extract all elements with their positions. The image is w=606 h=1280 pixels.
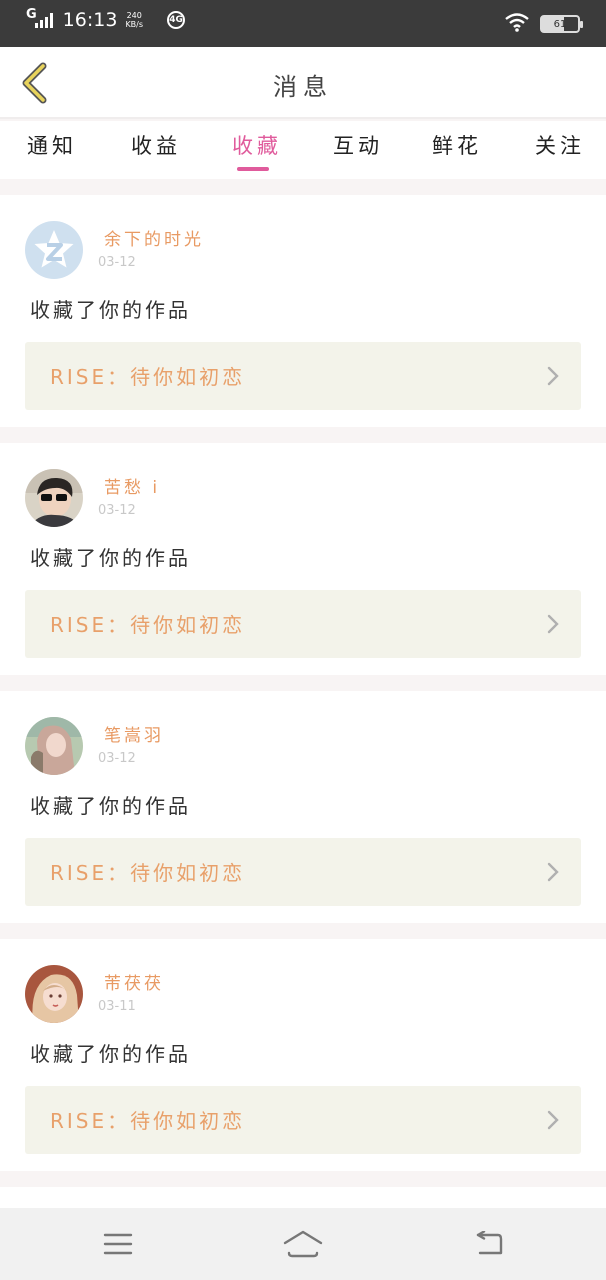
work-title: RISE：待你如初恋: [50, 613, 246, 637]
hd-icon: 4G: [167, 11, 186, 29]
tab-interactions[interactable]: 互动: [333, 130, 383, 160]
list-item: 芾茯茯 03-11 收藏了你的作品 RISE：待你如初恋: [0, 939, 606, 1171]
status-bar: G 16:13 240 KB/s 4G 61: [0, 0, 606, 47]
status-time: 16:13: [62, 9, 118, 31]
chevron-right-icon: [547, 366, 559, 386]
avatar[interactable]: [25, 717, 83, 775]
work-link[interactable]: RISE：待你如初恋: [25, 1086, 581, 1154]
action-text: 收藏了你的作品: [30, 1042, 191, 1066]
timestamp: 03-12: [98, 255, 136, 270]
tab-notice[interactable]: 通知: [27, 130, 77, 160]
avatar[interactable]: [25, 469, 83, 527]
action-text: 收藏了你的作品: [30, 298, 191, 322]
tab-favorites[interactable]: 收藏: [232, 130, 282, 160]
work-title: RISE：待你如初恋: [50, 861, 246, 885]
username[interactable]: 苦愁 i: [104, 473, 160, 498]
list-item: 笔嵩羽 03-12 收藏了你的作品 RISE：待你如初恋: [0, 691, 606, 923]
work-link[interactable]: RISE：待你如初恋: [25, 838, 581, 906]
username[interactable]: 余下的时光: [104, 225, 204, 250]
chevron-right-icon: [547, 1110, 559, 1130]
header-bar: 消息: [0, 47, 606, 119]
chevron-right-icon: [547, 862, 559, 882]
tab-follows[interactable]: 关注: [535, 130, 585, 160]
home-icon: [283, 1230, 323, 1258]
tab-flowers[interactable]: 鲜花: [432, 130, 482, 160]
list-item: 余下的时光 03-12 收藏了你的作品 RISE：待你如初恋: [0, 195, 606, 427]
chevron-right-icon: [547, 614, 559, 634]
return-icon: [476, 1231, 503, 1255]
page-title: 消息: [273, 73, 333, 101]
avatar[interactable]: [25, 965, 83, 1023]
back-system-button[interactable]: [468, 1226, 508, 1262]
wifi-icon: [504, 12, 530, 36]
timestamp: 03-12: [98, 751, 136, 766]
timestamp: 03-11: [98, 999, 136, 1014]
battery-level: 61: [553, 18, 567, 30]
speed-value: 240: [126, 11, 142, 20]
username[interactable]: 芾茯茯: [104, 969, 164, 994]
timestamp: 03-12: [98, 503, 136, 518]
tab-bar: 通知 收益 收藏 互动 鲜花 关注: [0, 121, 606, 179]
list-item: 苦愁 i 03-12 收藏了你的作品 RISE：待你如初恋: [0, 443, 606, 675]
signal-icon: [34, 12, 53, 28]
username[interactable]: 笔嵩羽: [104, 721, 164, 746]
menu-icon: [103, 1233, 133, 1255]
battery-icon: 61: [540, 15, 583, 33]
work-link[interactable]: RISE：待你如初恋: [25, 590, 581, 658]
network-type: G: [26, 6, 37, 22]
menu-button[interactable]: [98, 1226, 138, 1262]
work-title: RISE：待你如初恋: [50, 365, 246, 389]
action-text: 收藏了你的作品: [30, 794, 191, 818]
tab-earnings[interactable]: 收益: [131, 130, 181, 160]
tab-active-indicator: [237, 167, 269, 171]
system-nav-bar: [0, 1208, 606, 1280]
work-link[interactable]: RISE：待你如初恋: [25, 342, 581, 410]
work-title: RISE：待你如初恋: [50, 1109, 246, 1133]
avatar[interactable]: [25, 221, 83, 279]
action-text: 收藏了你的作品: [30, 546, 191, 570]
network-speed: 240 KB/s: [125, 11, 143, 29]
speed-unit: KB/s: [125, 20, 144, 29]
home-button[interactable]: [283, 1226, 323, 1262]
